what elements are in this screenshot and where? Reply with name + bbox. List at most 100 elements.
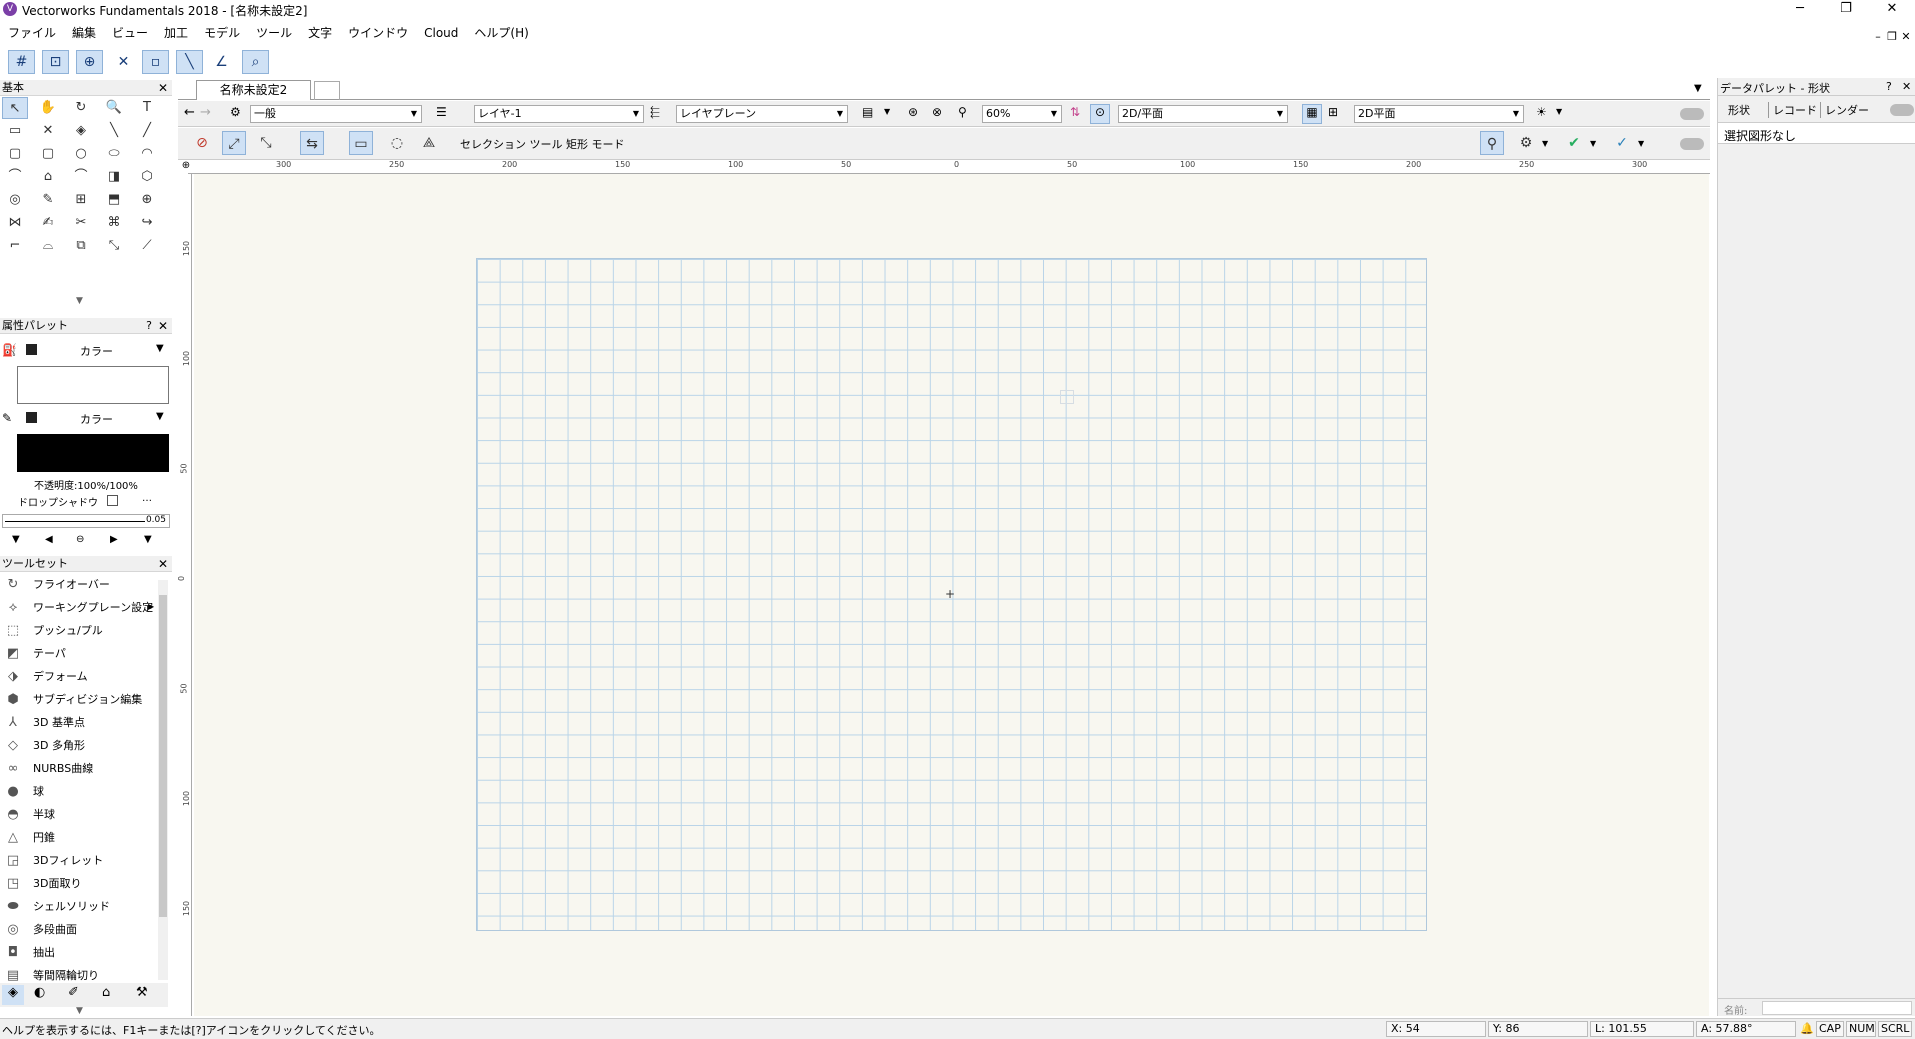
disable-interactive-scaling-icon[interactable]: ⊘	[190, 131, 214, 155]
toolset-expand-icon[interactable]: ▼	[76, 1006, 83, 1016]
distance-snap-icon[interactable]: ▫	[142, 50, 169, 74]
select-visible-icon[interactable]: ✔	[1562, 131, 1586, 155]
basic-tool-4-icon[interactable]: T	[134, 97, 160, 119]
toolset-item[interactable]: ▤ 等間隔輪切り	[0, 964, 156, 983]
toolset-item[interactable]: ↻ フライオーバー	[0, 573, 156, 596]
basic-tool-18-icon[interactable]: ◨	[101, 166, 127, 188]
toolset-item[interactable]: ◩ テーパ	[0, 642, 156, 665]
basic-tool-29-icon[interactable]: ↪	[134, 212, 160, 234]
name-field[interactable]	[1762, 1001, 1912, 1015]
tab-shape[interactable]: 形状	[1728, 102, 1750, 118]
pen-type-label[interactable]: カラー	[80, 411, 113, 427]
view-bar-toggle[interactable]	[1680, 108, 1704, 120]
forward-arrow-icon[interactable]: →	[200, 105, 211, 120]
marker-link-icon[interactable]: ⊖	[76, 534, 84, 545]
selection-settings-icon[interactable]: ⚙	[1514, 131, 1538, 155]
close-button[interactable]: ✕	[1869, 0, 1915, 20]
basic-tool-7-icon[interactable]: ◈	[68, 120, 94, 142]
class-dropdown[interactable]: 一般 ▼	[250, 105, 422, 123]
drop-shadow-settings[interactable]: …	[142, 493, 152, 504]
marker-start-icon[interactable]: ◀	[45, 534, 53, 545]
toolset-item[interactable]: ◎ 多段曲面	[0, 918, 156, 941]
transform-mode-icon[interactable]: ⇆	[300, 131, 324, 155]
page-dropdown-icon[interactable]: ▼	[884, 107, 890, 116]
fill-swatch[interactable]	[17, 366, 169, 404]
toolset-tab-3d-icon[interactable]: ◈	[2, 985, 24, 1005]
basic-tool-27-icon[interactable]: ✂	[68, 212, 94, 234]
polygon-select-mode-icon[interactable]: ⟁	[417, 131, 441, 155]
basic-tool-24-icon[interactable]: ⊕	[134, 189, 160, 211]
doc-close-button[interactable]: ✕	[1900, 30, 1912, 43]
palette-expand-icon[interactable]: ▼	[76, 296, 83, 306]
grid-snap-icon[interactable]: #	[8, 50, 35, 74]
toolset-item[interactable]: ⬢ サブディビジョン編集	[0, 688, 156, 711]
basic-tool-8-icon[interactable]: ╲	[101, 120, 127, 142]
zoom-fit-objects-icon[interactable]: ⊗	[932, 105, 942, 119]
back-arrow-icon[interactable]: ←	[184, 105, 195, 120]
basic-tool-11-icon[interactable]: ▢	[35, 143, 61, 165]
data-palette-toggle[interactable]	[1890, 104, 1914, 116]
toolset-item[interactable]: ◘ 抽出	[0, 941, 156, 964]
page-setup-icon[interactable]: ▤	[862, 105, 873, 119]
basic-tool-9-icon[interactable]: ╱	[134, 120, 160, 142]
select-snapping-icon[interactable]: ✓	[1610, 131, 1634, 155]
tangent-snap-icon[interactable]: ╲	[176, 50, 203, 74]
toolset-tab-draw-icon[interactable]: ✐	[68, 985, 79, 1000]
ruler-origin-icon[interactable]: ⊕	[180, 160, 192, 174]
tab-list-dropdown-icon[interactable]: ▼	[1694, 83, 1702, 94]
toolset-item[interactable]: ⬚ プッシュ/プル	[0, 619, 156, 642]
basic-tool-23-icon[interactable]: ⬒	[101, 189, 127, 211]
pen-color-chip[interactable]	[26, 412, 37, 423]
visible-dropdown-icon[interactable]: ▼	[1590, 139, 1596, 148]
notification-bell-icon[interactable]: 🔔	[1800, 1022, 1814, 1035]
menu-view[interactable]: ビュー	[104, 22, 156, 44]
basic-tool-30-icon[interactable]: ⌐	[2, 235, 28, 257]
drop-shadow-checkbox[interactable]	[107, 495, 118, 506]
basic-tool-16-icon[interactable]: ⌂	[35, 166, 61, 188]
toolset-tab-building-icon[interactable]: ⌂	[102, 985, 110, 1000]
working-plane-icon[interactable]: ⬱	[650, 105, 660, 120]
render-dropdown[interactable]: 2D平面 ▼	[1354, 105, 1524, 123]
attributes-close-icon[interactable]: ✕	[158, 318, 168, 334]
basic-tool-33-icon[interactable]: ⤡	[101, 235, 127, 257]
basic-tool-19-icon[interactable]: ⬡	[134, 166, 160, 188]
layer-dropdown[interactable]: レイヤ-1 ▼	[474, 105, 644, 123]
fit-to-window-icon[interactable]: ⊛	[908, 105, 918, 119]
menu-edit[interactable]: 編集	[64, 22, 104, 44]
menu-model[interactable]: モデル	[196, 22, 248, 44]
basic-tool-2-icon[interactable]: ↻	[68, 97, 94, 119]
fill-color-chip[interactable]	[26, 344, 37, 355]
smart-edge-icon[interactable]: ⌕	[242, 50, 269, 74]
new-tab-button[interactable]	[314, 81, 340, 100]
light-dropdown-icon[interactable]: ▼	[1556, 107, 1562, 116]
toolset-scroll-thumb[interactable]	[159, 595, 167, 917]
toolset-item[interactable]: ◇ 3D 多角形	[0, 734, 156, 757]
toolset-item[interactable]: ● 球	[0, 780, 156, 803]
menu-modify[interactable]: 加工	[156, 22, 196, 44]
layer-plane-dropdown[interactable]: レイヤプレーン ▼	[676, 105, 848, 123]
intersection-snap-icon[interactable]: ✕	[110, 50, 137, 74]
basic-tool-3-icon[interactable]: 🔍	[101, 97, 127, 119]
basic-palette-close-icon[interactable]: ✕	[158, 80, 168, 96]
basic-tool-15-icon[interactable]: ⌒	[2, 166, 28, 188]
menu-cloud[interactable]: Cloud	[416, 22, 466, 44]
menu-file[interactable]: ファイル	[0, 22, 64, 44]
toolset-item[interactable]: ∞ NURBS曲線	[0, 757, 156, 780]
toolset-item[interactable]: △ 円錐	[0, 826, 156, 849]
menu-tools[interactable]: ツール	[248, 22, 300, 44]
zoom-dropdown[interactable]: 60% ▼	[982, 105, 1062, 123]
toolset-item[interactable]: ⟡ ワーキングプレーン設定	[0, 596, 156, 619]
basic-tool-32-icon[interactable]: ⧉	[68, 235, 94, 257]
select-similar-icon[interactable]: ⚲	[1480, 131, 1504, 155]
toolset-tab-annotation-icon[interactable]: ◐	[34, 985, 45, 1000]
toolset-item[interactable]: ◲ 3Dフィレット	[0, 849, 156, 872]
class-icon[interactable]: ⚙	[230, 105, 241, 119]
projection-icon[interactable]: ▦	[1302, 104, 1322, 124]
doc-restore-button[interactable]: ❐	[1886, 30, 1898, 43]
basic-tool-10-icon[interactable]: ▢	[2, 143, 28, 165]
menu-text[interactable]: 文字	[300, 22, 340, 44]
standard-view-icon[interactable]: ⊙	[1090, 104, 1110, 124]
fill-type-label[interactable]: カラー	[80, 343, 113, 359]
arrow-start-icon[interactable]: ▼	[12, 534, 20, 545]
basic-tool-22-icon[interactable]: ⊞	[68, 189, 94, 211]
